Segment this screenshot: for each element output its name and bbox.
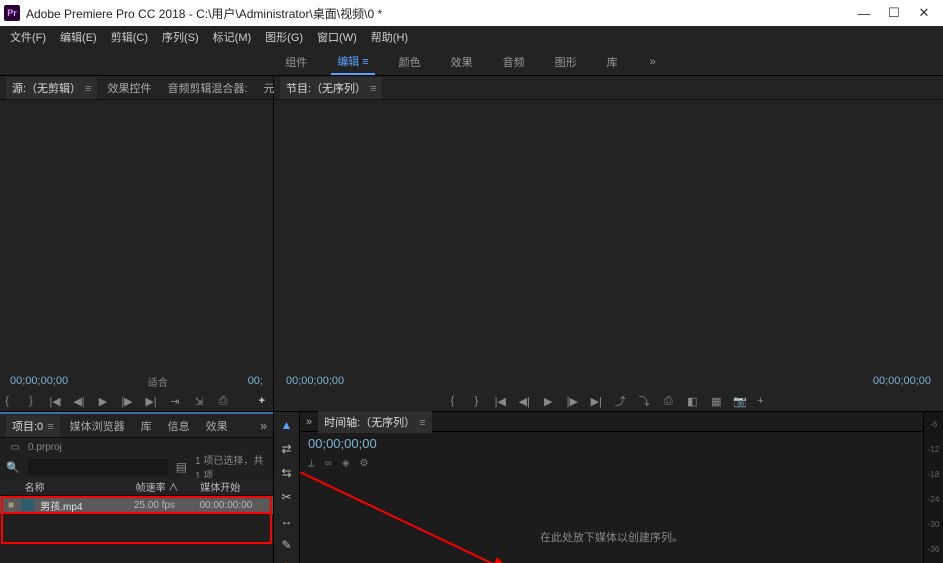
workspace-tab[interactable]: 编辑 ≡ [331, 49, 374, 75]
close-button[interactable]: ✕ [909, 0, 939, 26]
meter-tick: -24 [928, 495, 940, 504]
timeline-tab[interactable]: 时间轴:（无序列）≡ [318, 411, 431, 433]
linked-selection-icon[interactable]: ∞ [325, 458, 332, 469]
export-icon[interactable]: ⎙ [661, 395, 675, 408]
settings-icon[interactable]: ⚙ [360, 458, 369, 469]
meter-tick: -30 [928, 520, 940, 529]
play-icon[interactable]: ▶ [96, 395, 110, 408]
workspace-tab[interactable]: 组件 [279, 50, 313, 74]
search-icon[interactable]: 🔍 [6, 461, 20, 474]
snapshot-icon[interactable]: 📷 [733, 395, 747, 408]
razor-tool-icon[interactable]: ✂ [278, 488, 296, 506]
project-panel-tab[interactable]: 项目:0≡ [6, 415, 60, 437]
workspace-tab[interactable]: 效果 [445, 50, 479, 74]
go-to-in-icon[interactable]: |◀ [48, 395, 62, 408]
annotation-arrow [300, 472, 860, 563]
project-panel-tab[interactable]: 效果 [200, 415, 234, 437]
menu-item[interactable]: 序列(S) [156, 27, 205, 47]
bin-icon: ▭ [8, 441, 22, 453]
col-fps[interactable]: 帧速率 ∧ [136, 479, 201, 494]
window-title: Adobe Premiere Pro CC 2018 - C:\用户\Admin… [26, 5, 849, 22]
safe-margins-icon[interactable]: ▦ [709, 395, 723, 408]
overwrite-icon[interactable]: ⇲ [192, 395, 206, 408]
track-select-tool-icon[interactable]: ⇄ [278, 440, 296, 458]
meter-tick: -18 [928, 470, 940, 479]
meter-tick: -36 [928, 545, 940, 554]
menu-item[interactable]: 文件(F) [4, 27, 52, 47]
markers-icon[interactable]: ◈ [342, 458, 350, 469]
workspace-overflow[interactable]: » [642, 52, 664, 72]
project-panel-tab[interactable]: 信息 [162, 415, 196, 437]
meter-tick: -12 [928, 445, 940, 454]
project-panel-tab[interactable]: 媒体浏览器 [64, 415, 131, 437]
mark-in-icon[interactable]: { [0, 395, 14, 407]
step-back-icon[interactable]: ◀| [517, 395, 531, 408]
source-panel-tab[interactable]: 音频剪辑混合器: [161, 77, 253, 99]
app-icon: Pr [4, 5, 20, 21]
item-name: 男孩.mp4 [40, 498, 134, 513]
timeline-overflow[interactable]: » [306, 416, 312, 428]
source-monitor [0, 100, 273, 371]
snap-icon[interactable]: ⟂ [308, 458, 315, 469]
compare-icon[interactable]: ◧ [685, 395, 699, 408]
workspace-tab[interactable]: 图形 [549, 50, 583, 74]
item-fps: 25.00 fps [134, 500, 200, 511]
add-button-icon[interactable]: + [757, 395, 763, 407]
mark-in-icon[interactable]: { [445, 395, 459, 407]
insert-icon[interactable]: ⇥ [168, 395, 182, 408]
menu-item[interactable]: 剪辑(C) [105, 27, 154, 47]
step-back-icon[interactable]: ◀| [72, 395, 86, 408]
project-panel-tab[interactable]: 库 [135, 415, 158, 437]
maximize-button[interactable]: ☐ [879, 0, 909, 26]
menu-item[interactable]: 标记(M) [207, 27, 258, 47]
ripple-edit-tool-icon[interactable]: ⇆ [278, 464, 296, 482]
program-tab[interactable]: 节目:（无序列）≡ [280, 77, 382, 99]
menu-item[interactable]: 图形(G) [259, 27, 309, 47]
workspace-tab[interactable]: 库 [601, 50, 624, 74]
source-tc-left: 00;00;00;00 [10, 375, 68, 387]
source-tc-right: 00; [248, 375, 263, 387]
export-icon[interactable]: ⎙ [216, 395, 230, 408]
mark-out-icon[interactable]: } [469, 395, 483, 407]
project-filename: 0.prproj [28, 442, 62, 453]
program-tc-left: 00;00;00;00 [286, 375, 344, 387]
meter-tick: -6 [930, 420, 937, 429]
play-icon[interactable]: ▶ [541, 395, 555, 408]
menu-item[interactable]: 帮助(H) [365, 27, 414, 47]
project-search-input[interactable] [28, 459, 168, 475]
menu-item[interactable]: 编辑(E) [54, 27, 103, 47]
go-to-in-icon[interactable]: |◀ [493, 395, 507, 408]
timeline-empty-text: 在此处放下媒体以创建序列。 [540, 529, 683, 545]
lift-icon[interactable]: ⤴ [613, 393, 627, 409]
source-fit-label[interactable]: 适合 [148, 374, 168, 389]
pen-tool-icon[interactable]: ✎ [278, 536, 296, 554]
minimize-button[interactable]: — [849, 0, 879, 26]
filter-icon[interactable]: ▤ [176, 460, 187, 474]
item-start: 00:00:00:00 [199, 500, 265, 511]
selection-tool-icon[interactable]: ▲ [278, 416, 296, 434]
mark-out-icon[interactable]: } [24, 395, 38, 407]
item-thumbnail [21, 499, 34, 511]
step-fwd-icon[interactable]: |▶ [565, 395, 579, 408]
item-type-icon: ■ [8, 500, 21, 511]
add-button-icon[interactable]: + [259, 395, 265, 407]
go-to-out-icon[interactable]: ▶| [589, 395, 603, 408]
step-fwd-icon[interactable]: |▶ [120, 395, 134, 408]
program-monitor [274, 100, 943, 371]
menu-item[interactable]: 窗口(W) [311, 27, 363, 47]
workspace-tab[interactable]: 颜色 [393, 50, 427, 74]
source-panel-tab[interactable]: 源:（无剪辑）≡ [6, 77, 97, 99]
slip-tool-icon[interactable]: ↔ [278, 512, 296, 530]
program-tc-right: 00;00;00;00 [873, 375, 931, 387]
workspace-tab[interactable]: 音频 [497, 50, 531, 74]
annotation-box-item [1, 512, 272, 544]
project-item-row[interactable]: ■ 男孩.mp425.00 fps00:00:00:00 [0, 496, 273, 514]
timeline-tc: 00;00;00;00 [308, 436, 377, 451]
go-to-out-icon[interactable]: ▶| [144, 395, 158, 408]
project-tabs-overflow[interactable]: » [260, 419, 267, 433]
extract-icon[interactable]: ⤵ [637, 393, 651, 409]
col-start[interactable]: 媒体开始 [200, 479, 265, 494]
col-name[interactable]: 名称 [25, 479, 136, 494]
source-panel-tab[interactable]: 效果控件 [101, 77, 157, 99]
